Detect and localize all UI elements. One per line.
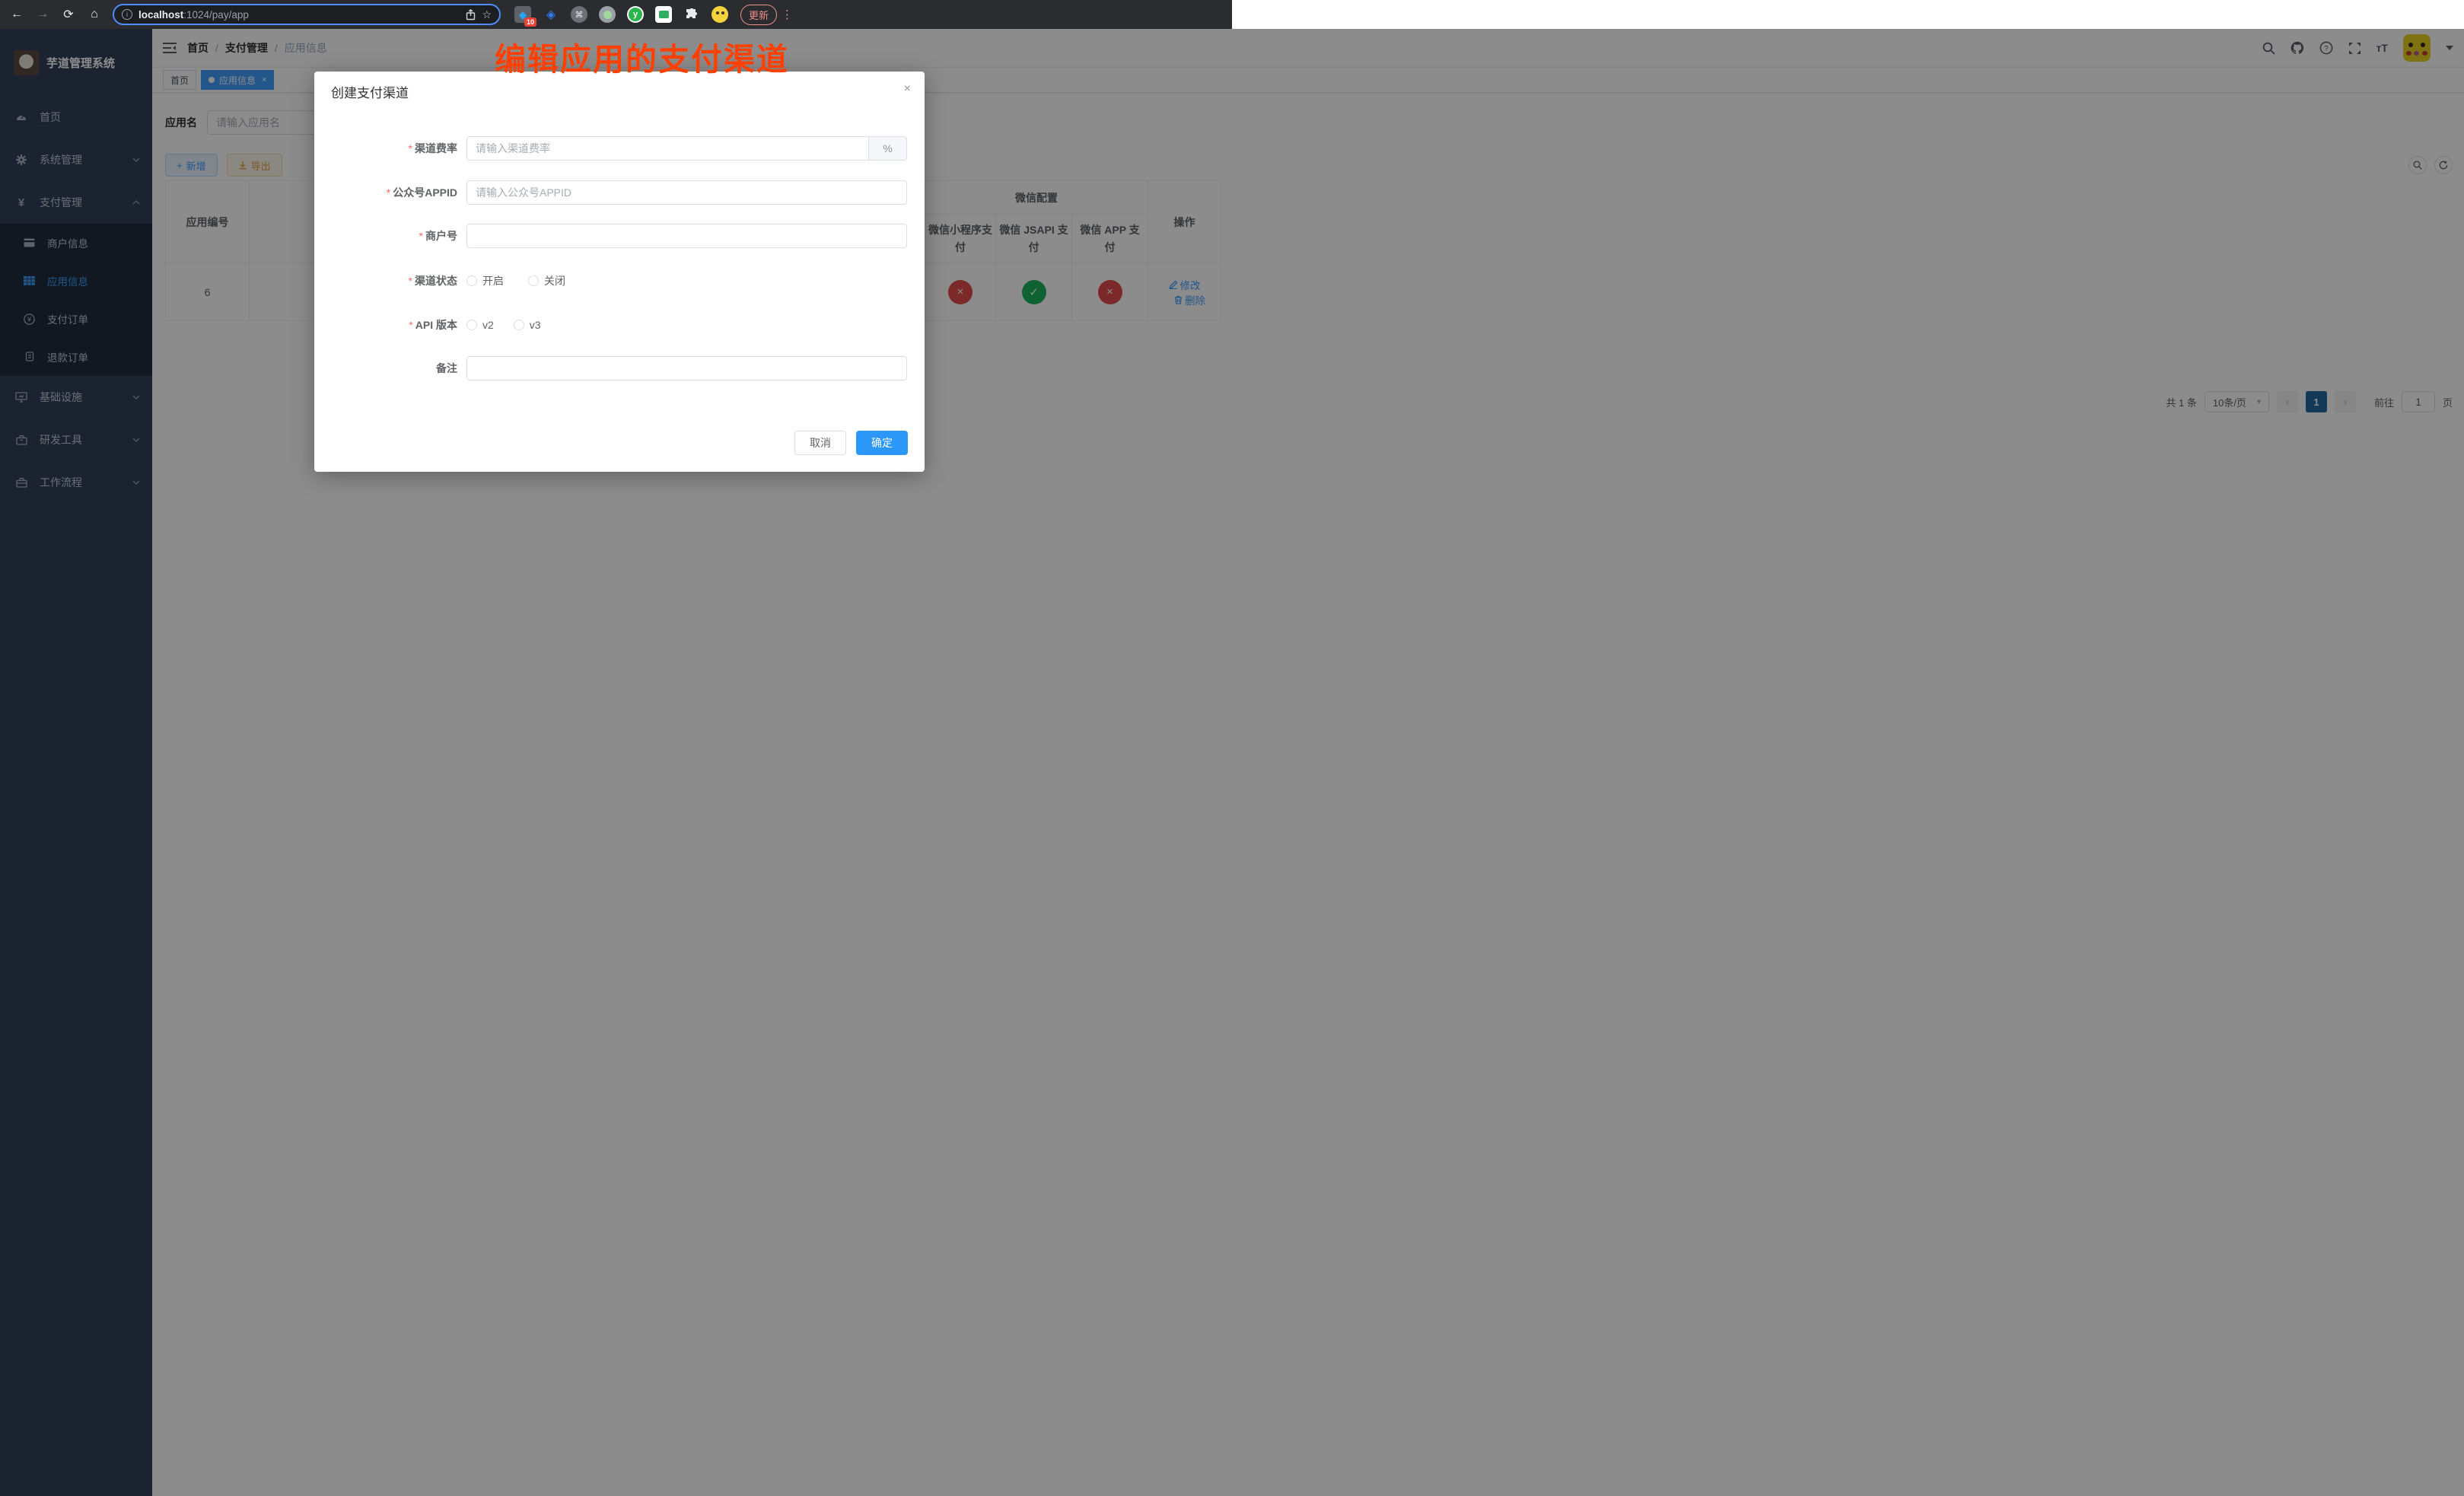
radio-circle-icon — [466, 320, 477, 330]
field-label-appid: 公众号APPID — [393, 186, 457, 199]
back-icon[interactable]: ← — [9, 7, 24, 22]
forward-icon[interactable]: → — [35, 7, 50, 22]
channel-rate-input[interactable] — [466, 136, 869, 161]
field-label-merchant: 商户号 — [425, 230, 457, 242]
share-icon[interactable] — [466, 9, 476, 21]
percent-suffix: % — [869, 136, 907, 161]
browser-chrome: ← → ⟳ ⌂ i localhost:1024/pay/app ☆ ◆ 10 … — [0, 0, 1232, 29]
form-row-remark: 备注 — [314, 356, 925, 380]
radio-circle-icon — [466, 275, 477, 286]
field-label-rate: 渠道费率 — [415, 142, 457, 154]
create-pay-channel-dialog: 创建支付渠道 × *渠道费率 % *公众号APPID *商户号 *渠道状态 开启… — [314, 72, 925, 472]
ext-icon-chat[interactable] — [655, 6, 672, 23]
profile-avatar[interactable] — [712, 6, 728, 23]
browser-update-button[interactable]: 更新 — [740, 5, 777, 25]
extensions-puzzle-icon[interactable] — [683, 6, 700, 23]
ext-icon-yudao[interactable]: y — [627, 6, 644, 23]
url-text: localhost:1024/pay/app — [138, 9, 460, 21]
ext-icon-diamond[interactable]: ◆ 10 — [514, 6, 531, 23]
ext-icon-kite[interactable]: ◈ — [543, 6, 559, 23]
browser-menu-icon[interactable]: ⋮ — [782, 8, 793, 21]
field-label-status: 渠道状态 — [415, 275, 457, 287]
merchant-id-input[interactable] — [466, 224, 907, 248]
close-icon[interactable]: × — [904, 82, 911, 96]
radio-status-open[interactable]: 开启 — [466, 273, 504, 288]
form-row-merchant: *商户号 — [314, 224, 925, 248]
ext-icon-command[interactable]: ⌘ — [571, 6, 587, 23]
radio-api-v2[interactable]: v2 — [466, 319, 494, 331]
radio-circle-icon — [514, 320, 524, 330]
official-account-appid-input[interactable] — [466, 180, 907, 205]
reload-icon[interactable]: ⟳ — [61, 7, 76, 22]
ext-icon-dot[interactable] — [599, 6, 616, 23]
form-row-api-version: *API 版本 v2 v3 — [314, 313, 925, 337]
radio-api-v3[interactable]: v3 — [514, 319, 541, 331]
ext-badge: 10 — [524, 18, 536, 27]
cancel-button[interactable]: 取消 — [794, 431, 846, 455]
radio-status-closed[interactable]: 关闭 — [528, 273, 565, 288]
annotation-text: 编辑应用的支付渠道 — [495, 33, 789, 79]
confirm-button[interactable]: 确定 — [856, 431, 908, 455]
url-bar[interactable]: i localhost:1024/pay/app ☆ — [113, 4, 501, 25]
field-label-remark: 备注 — [436, 362, 457, 374]
home-icon[interactable]: ⌂ — [87, 7, 102, 22]
form-row-status: *渠道状态 开启 关闭 — [314, 269, 925, 293]
field-label-api-version: API 版本 — [415, 319, 457, 331]
form-row-appid: *公众号APPID — [314, 180, 925, 205]
form-row-rate: *渠道费率 % — [314, 136, 925, 161]
remark-input[interactable] — [466, 356, 907, 380]
radio-circle-icon — [528, 275, 539, 286]
dialog-title: 创建支付渠道 — [331, 82, 409, 101]
site-info-icon[interactable]: i — [122, 9, 132, 20]
bookmark-star-icon[interactable]: ☆ — [482, 8, 492, 21]
